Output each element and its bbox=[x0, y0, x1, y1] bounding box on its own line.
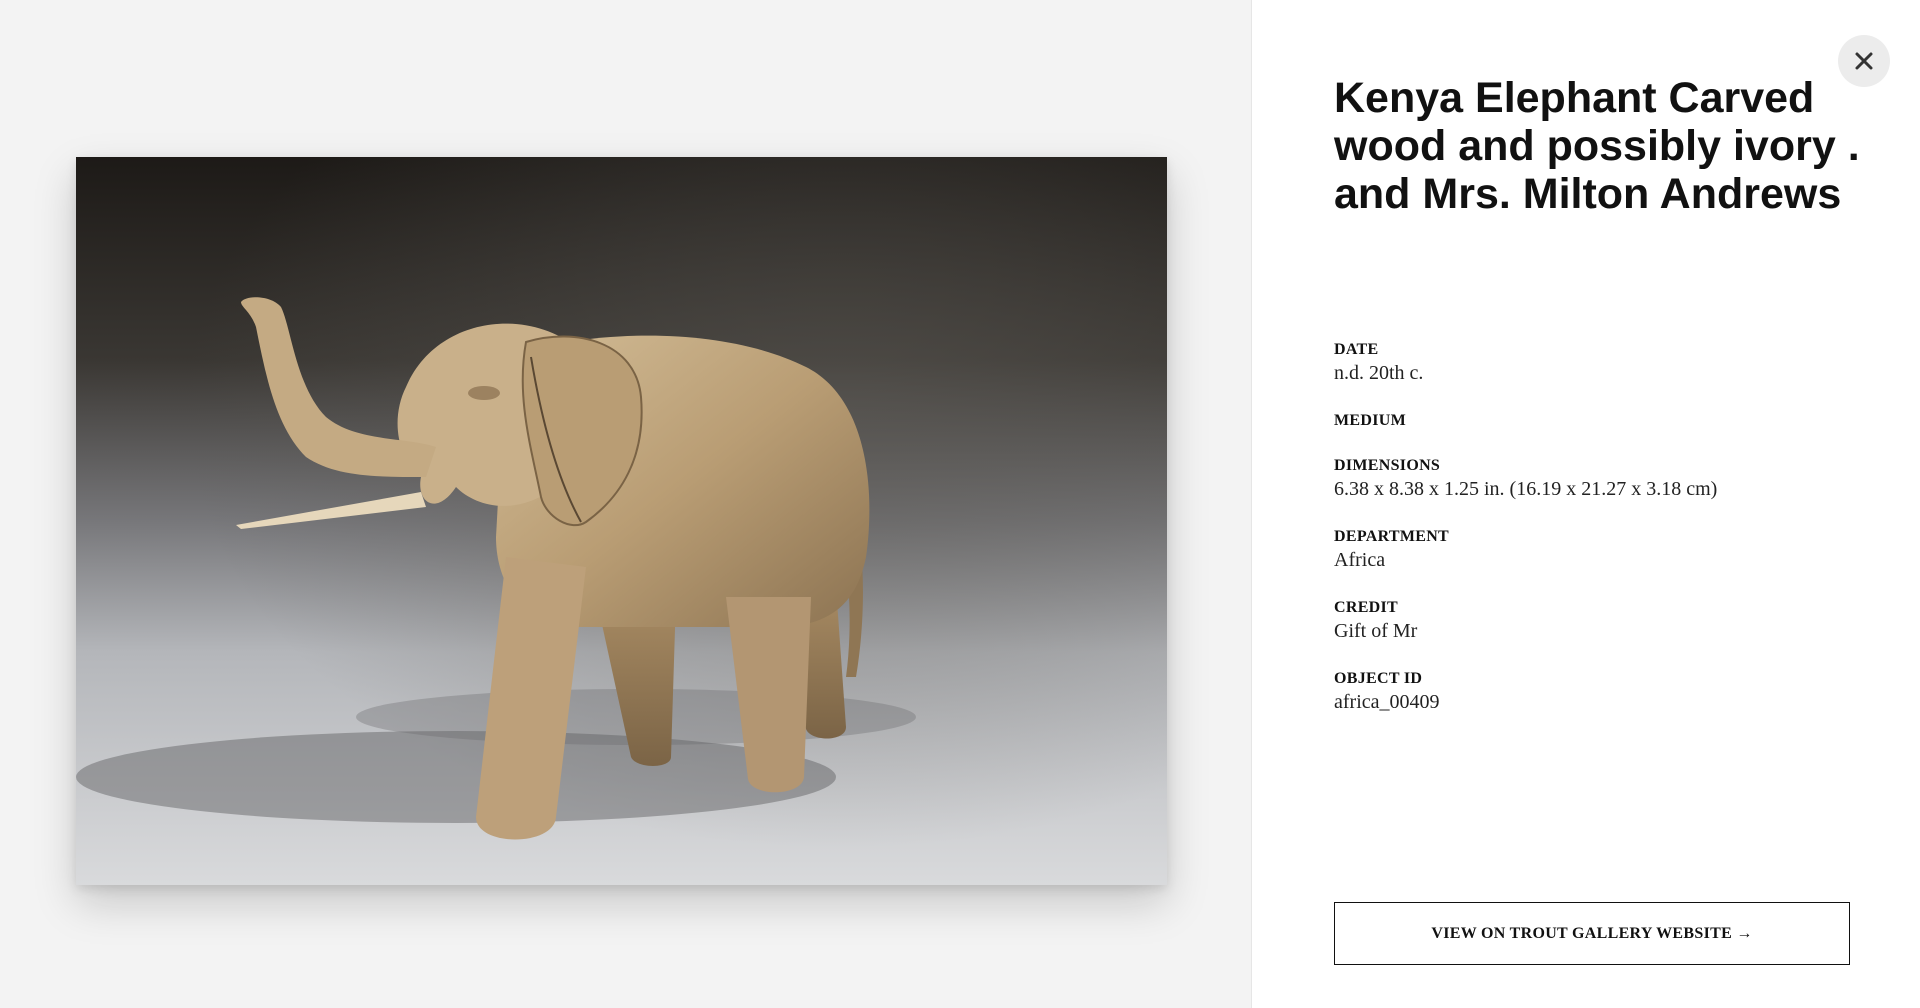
field-value: 6.38 x 8.38 x 1.25 in. (16.19 x 21.27 x … bbox=[1334, 478, 1718, 500]
field-value: n.d. 20th c. bbox=[1334, 362, 1424, 384]
field-value: Africa bbox=[1334, 549, 1386, 571]
artwork-detail-view: Kenya Elephant Carved wood and possibly … bbox=[0, 0, 1920, 1008]
field-value: Gift of Mr bbox=[1334, 620, 1418, 642]
field-credit: CREDIT Gift of Mr bbox=[1334, 598, 1878, 644]
field-label: DATE bbox=[1334, 341, 1379, 358]
info-panel: Kenya Elephant Carved wood and possibly … bbox=[1251, 0, 1920, 1008]
field-label: DIMENSIONS bbox=[1334, 457, 1441, 474]
field-department: DEPARTMENT Africa bbox=[1334, 527, 1878, 573]
field-label: DEPARTMENT bbox=[1334, 528, 1450, 545]
field-dimensions: DIMENSIONS 6.38 x 8.38 x 1.25 in. (16.19… bbox=[1334, 456, 1878, 502]
image-pane bbox=[0, 0, 1251, 1008]
field-label: OBJECT ID bbox=[1334, 670, 1423, 687]
field-label: MEDIUM bbox=[1334, 412, 1407, 429]
artwork-image bbox=[76, 157, 1167, 885]
elephant-photo bbox=[76, 157, 1167, 885]
view-on-website-button[interactable]: VIEW ON TROUT GALLERY WEBSITE → bbox=[1334, 902, 1850, 965]
field-object-id: OBJECT ID africa_00409 bbox=[1334, 669, 1878, 715]
field-medium: MEDIUM bbox=[1334, 411, 1878, 431]
field-date: DATE n.d. 20th c. bbox=[1334, 340, 1878, 386]
field-value: africa_00409 bbox=[1334, 691, 1440, 713]
close-button[interactable] bbox=[1838, 35, 1890, 87]
metadata-list: DATE n.d. 20th c. MEDIUM DIMENSIONS 6.38… bbox=[1334, 340, 1878, 715]
artwork-title: Kenya Elephant Carved wood and possibly … bbox=[1334, 74, 1860, 218]
close-icon bbox=[1855, 52, 1873, 70]
field-label: CREDIT bbox=[1334, 599, 1399, 616]
